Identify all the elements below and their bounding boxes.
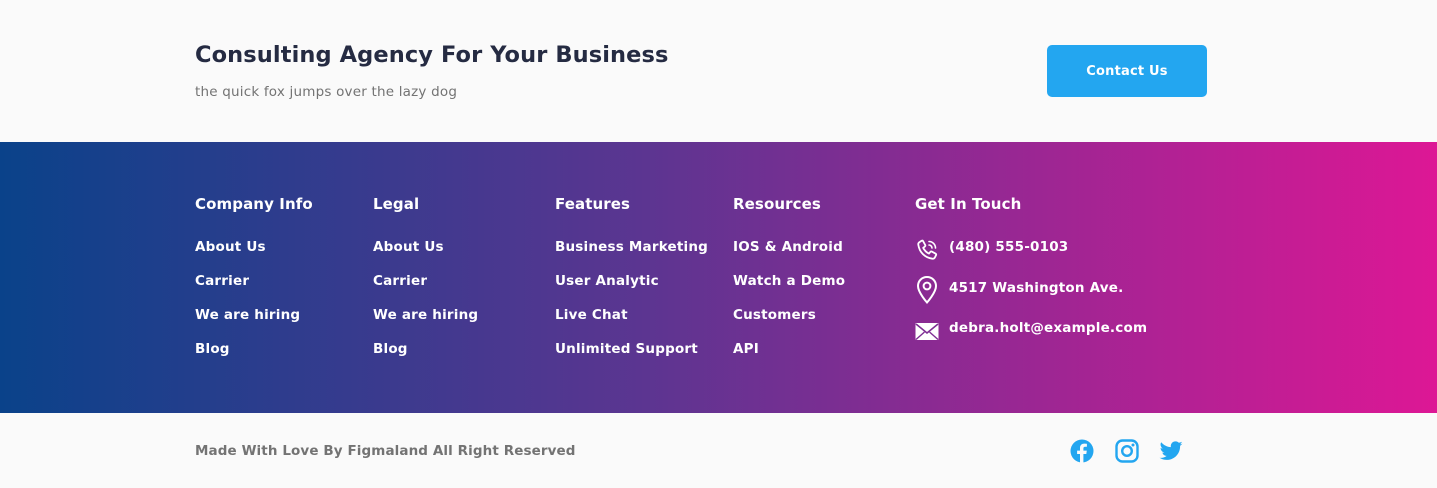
twitter-icon[interactable] <box>1159 439 1183 463</box>
footer-link-ios-android[interactable]: IOS & Android <box>733 239 843 255</box>
footer-link-user-analytic[interactable]: User Analytic <box>555 273 659 289</box>
footer-link-unlimited-support[interactable]: Unlimited Support <box>555 341 698 357</box>
footer-column-heading: Legal <box>373 195 420 213</box>
copyright-text: Made With Love By Figmaland All Right Re… <box>195 443 576 459</box>
facebook-icon[interactable] <box>1070 439 1094 463</box>
footer-column-heading: Resources <box>733 195 821 213</box>
footer-link-about-us[interactable]: About Us <box>373 239 444 255</box>
bottom-bar: Made With Love By Figmaland All Right Re… <box>0 413 1437 488</box>
footer-link-blog[interactable]: Blog <box>195 341 230 357</box>
footer-link-watch-a-demo[interactable]: Watch a Demo <box>733 273 845 289</box>
cta-section: Consulting Agency For Your Business the … <box>0 0 1437 142</box>
footer-link-about-us[interactable]: About Us <box>195 239 266 255</box>
envelope-icon <box>915 318 939 346</box>
footer-column-heading: Features <box>555 195 631 213</box>
footer-link-carrier[interactable]: Carrier <box>373 273 427 289</box>
cta-subtitle: the quick fox jumps over the lazy dog <box>195 84 458 100</box>
footer-link-live-chat[interactable]: Live Chat <box>555 307 628 323</box>
instagram-icon[interactable] <box>1115 439 1139 463</box>
footer-link-we-are-hiring[interactable]: We are hiring <box>195 307 300 323</box>
footer-column-heading: Company Info <box>195 195 313 213</box>
footer-links-band: Company Info About Us Carrier We are hir… <box>0 142 1437 413</box>
footer-link-blog[interactable]: Blog <box>373 341 408 357</box>
phone-icon <box>915 236 939 264</box>
location-pin-icon <box>915 275 939 304</box>
footer-link-we-are-hiring[interactable]: We are hiring <box>373 307 478 323</box>
footer-link-business-marketing[interactable]: Business Marketing <box>555 239 708 255</box>
contact-us-button[interactable]: Contact Us <box>1047 45 1207 97</box>
contact-email-text: debra.holt@example.com <box>949 320 1148 336</box>
contact-address-text: 4517 Washington Ave. <box>949 280 1124 296</box>
footer-column-heading: Get In Touch <box>915 195 1022 213</box>
footer-link-customers[interactable]: Customers <box>733 307 816 323</box>
cta-title: Consulting Agency For Your Business <box>195 42 669 68</box>
footer-link-carrier[interactable]: Carrier <box>195 273 249 289</box>
contact-phone-text: (480) 555-0103 <box>949 239 1069 255</box>
footer-link-api[interactable]: API <box>733 341 759 357</box>
